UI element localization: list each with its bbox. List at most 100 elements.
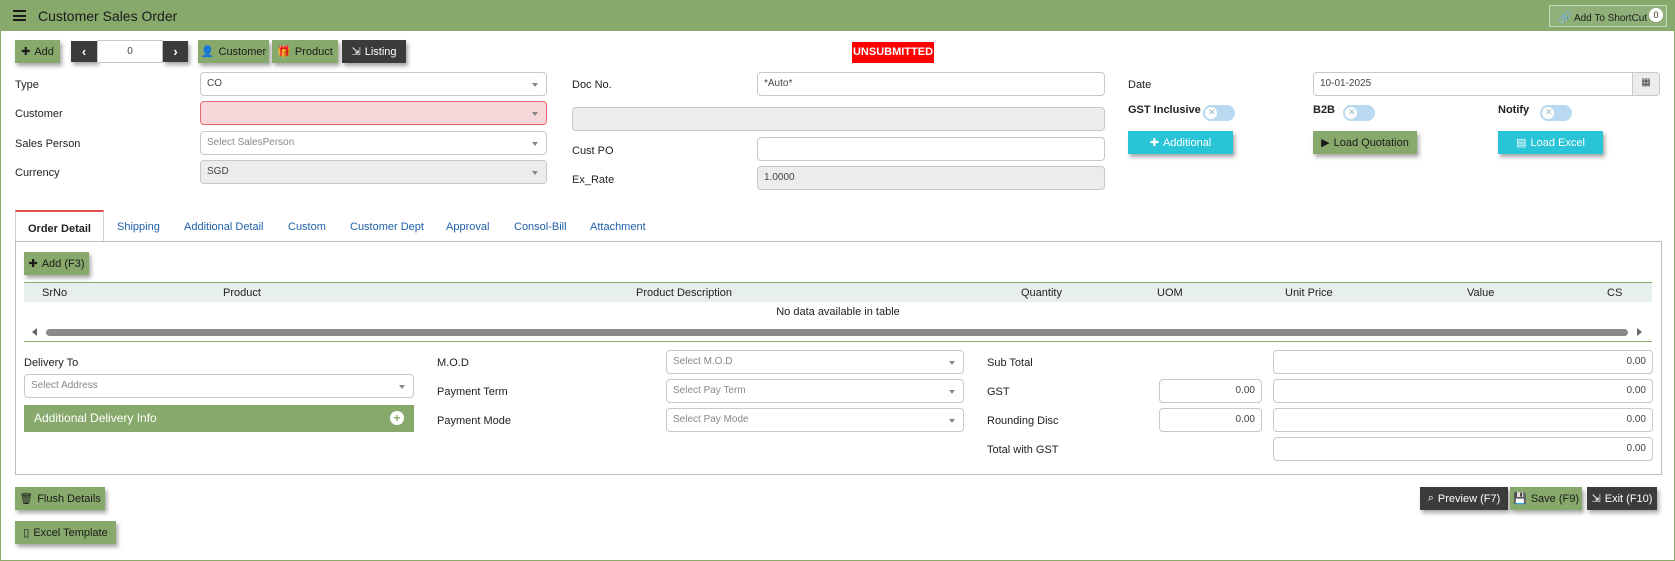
gst-label: GST xyxy=(987,386,1010,398)
tab-attachment[interactable]: Attachment xyxy=(590,210,646,242)
sales-person-label: Sales Person xyxy=(15,138,81,150)
add-to-shortcut-button[interactable]: 🔗 Add To ShortCut 0 xyxy=(1549,5,1667,27)
menu-icon[interactable] xyxy=(13,10,26,21)
tab-additional-detail[interactable]: Additional Detail xyxy=(184,210,264,242)
scrollbar-thumb[interactable] xyxy=(46,329,1628,336)
plus-icon: ✚ xyxy=(1149,137,1159,149)
scroll-left-icon[interactable] xyxy=(32,328,37,336)
tab-customer-dept[interactable]: Customer Dept xyxy=(350,210,424,242)
type-select[interactable]: CO xyxy=(200,72,547,96)
mod-placeholder: Select M.O.D xyxy=(673,356,733,367)
tab-consol-bill[interactable]: Consol-Bill xyxy=(514,210,567,242)
sign-out-icon: ⇲ xyxy=(351,46,361,58)
excel-template-label: Excel Template xyxy=(33,526,108,539)
rounding-rate-input[interactable]: 0.00 xyxy=(1159,408,1262,432)
customer-select[interactable] xyxy=(200,101,547,125)
additional-button-label: Additional xyxy=(1162,136,1212,149)
gst-inclusive-toggle[interactable]: ✕ xyxy=(1203,105,1235,121)
excel-template-button[interactable]: ▯ Excel Template xyxy=(15,521,116,544)
prev-record-button[interactable]: ‹ xyxy=(71,41,97,62)
additional-delivery-info-label: Additional Delivery Info xyxy=(34,411,157,425)
col-unit-price[interactable]: Unit Price xyxy=(1285,287,1333,299)
save-button[interactable]: 💾 Save (F9) xyxy=(1510,487,1582,510)
col-uom[interactable]: UOM xyxy=(1157,287,1183,299)
save-label: Save (F9) xyxy=(1530,492,1579,505)
close-icon: ✕ xyxy=(1208,107,1216,117)
ex-rate-label: Ex_Rate xyxy=(572,174,615,186)
chevron-down-icon xyxy=(399,385,405,389)
add-button[interactable]: ✚ Add xyxy=(15,40,60,63)
preview-button[interactable]: ⌕ Preview (F7) xyxy=(1420,487,1508,510)
status-badge: UNSUBMITTED xyxy=(852,42,934,63)
sales-person-select[interactable]: Select SalesPerson xyxy=(200,131,547,155)
delivery-address-select[interactable]: Select Address xyxy=(24,374,414,398)
exit-button[interactable]: ⇲ Exit (F10) xyxy=(1587,487,1657,510)
grid-horizontal-scrollbar[interactable] xyxy=(24,325,1652,340)
add-button-label: Add xyxy=(34,45,54,58)
link-icon: 🔗 xyxy=(1558,12,1572,24)
flush-details-button[interactable]: 🗑 Flush Details xyxy=(15,487,105,510)
gst-inclusive-label: GST Inclusive xyxy=(1128,104,1201,116)
notify-toggle[interactable]: ✕ xyxy=(1540,105,1572,121)
record-number-input[interactable]: 0 xyxy=(97,40,163,63)
add-line-button[interactable]: ✚ Add (F3) xyxy=(24,252,89,275)
tab-shipping[interactable]: Shipping xyxy=(117,210,160,242)
tab-order-detail[interactable]: Order Detail xyxy=(15,210,104,242)
payment-mode-select[interactable]: Select Pay Mode xyxy=(666,408,964,432)
additional-delivery-info-toggle[interactable]: Additional Delivery Info + xyxy=(24,405,414,432)
b2b-toggle[interactable]: ✕ xyxy=(1343,105,1375,121)
chevron-down-icon xyxy=(532,112,538,116)
title-bar: Customer Sales Order 🔗 Add To ShortCut 0 xyxy=(0,0,1675,31)
date-input[interactable]: 10-01-2025 xyxy=(1313,72,1633,96)
load-quotation-button[interactable]: ▶ Load Quotation xyxy=(1313,131,1417,154)
file-excel-icon: ▤ xyxy=(1516,137,1527,149)
delivery-address-placeholder: Select Address xyxy=(31,380,98,391)
payment-term-placeholder: Select Pay Term xyxy=(673,385,746,396)
tab-approval[interactable]: Approval xyxy=(446,210,489,242)
col-product-description[interactable]: Product Description xyxy=(636,287,732,299)
col-value[interactable]: Value xyxy=(1467,287,1494,299)
doc-no-input[interactable]: *Auto* xyxy=(757,72,1105,96)
chevron-left-icon: ‹ xyxy=(81,44,87,59)
ex-rate-input[interactable]: 1.0000 xyxy=(757,166,1105,190)
type-label: Type xyxy=(15,79,39,91)
user-icon: 👤 xyxy=(200,46,215,58)
chevron-down-icon xyxy=(949,361,955,365)
col-product[interactable]: Product xyxy=(223,287,261,299)
mod-select[interactable]: Select M.O.D xyxy=(666,350,964,374)
payment-term-select[interactable]: Select Pay Term xyxy=(666,379,964,403)
sign-out-icon: ⇲ xyxy=(1591,493,1601,505)
load-quotation-label: Load Quotation xyxy=(1333,136,1409,149)
flush-details-label: Flush Details xyxy=(37,492,101,505)
payment-mode-placeholder: Select Pay Mode xyxy=(673,414,749,425)
plus-icon: ✚ xyxy=(28,258,38,270)
tab-custom[interactable]: Custom xyxy=(288,210,326,242)
next-record-button[interactable]: › xyxy=(163,41,188,62)
listing-button[interactable]: ⇲ Listing xyxy=(342,40,406,63)
product-button-label: Product xyxy=(294,45,333,58)
currency-select[interactable]: SGD xyxy=(200,160,547,184)
play-circle-icon: ▶ xyxy=(1321,137,1330,149)
chevron-down-icon xyxy=(949,390,955,394)
customer-button[interactable]: 👤 Customer xyxy=(198,40,269,63)
col-srno[interactable]: SrNo xyxy=(42,287,67,299)
cust-po-input[interactable] xyxy=(757,137,1105,161)
gst-rate-input[interactable]: 0.00 xyxy=(1159,379,1262,403)
gift-icon: 🎁 xyxy=(277,46,291,58)
total-with-gst-input[interactable]: 0.00 xyxy=(1273,437,1653,461)
additional-button[interactable]: ✚ Additional xyxy=(1128,131,1233,154)
rounding-value-input[interactable]: 0.00 xyxy=(1273,408,1653,432)
subtotal-input[interactable]: 0.00 xyxy=(1273,350,1653,374)
calendar-icon[interactable]: ▦ xyxy=(1632,72,1660,96)
col-quantity[interactable]: Quantity xyxy=(1021,287,1062,299)
col-cs[interactable]: CS xyxy=(1607,287,1622,299)
add-line-label: Add (F3) xyxy=(41,257,85,270)
load-excel-button[interactable]: ▤ Load Excel xyxy=(1498,131,1603,154)
customer-label: Customer xyxy=(15,108,63,120)
close-icon: ✕ xyxy=(1348,107,1356,117)
gst-value-input[interactable]: 0.00 xyxy=(1273,379,1653,403)
scroll-right-icon[interactable] xyxy=(1637,328,1642,336)
b2b-label: B2B xyxy=(1313,104,1336,116)
search-icon: ⌕ xyxy=(1427,492,1434,504)
product-button[interactable]: 🎁 Product xyxy=(272,40,338,63)
